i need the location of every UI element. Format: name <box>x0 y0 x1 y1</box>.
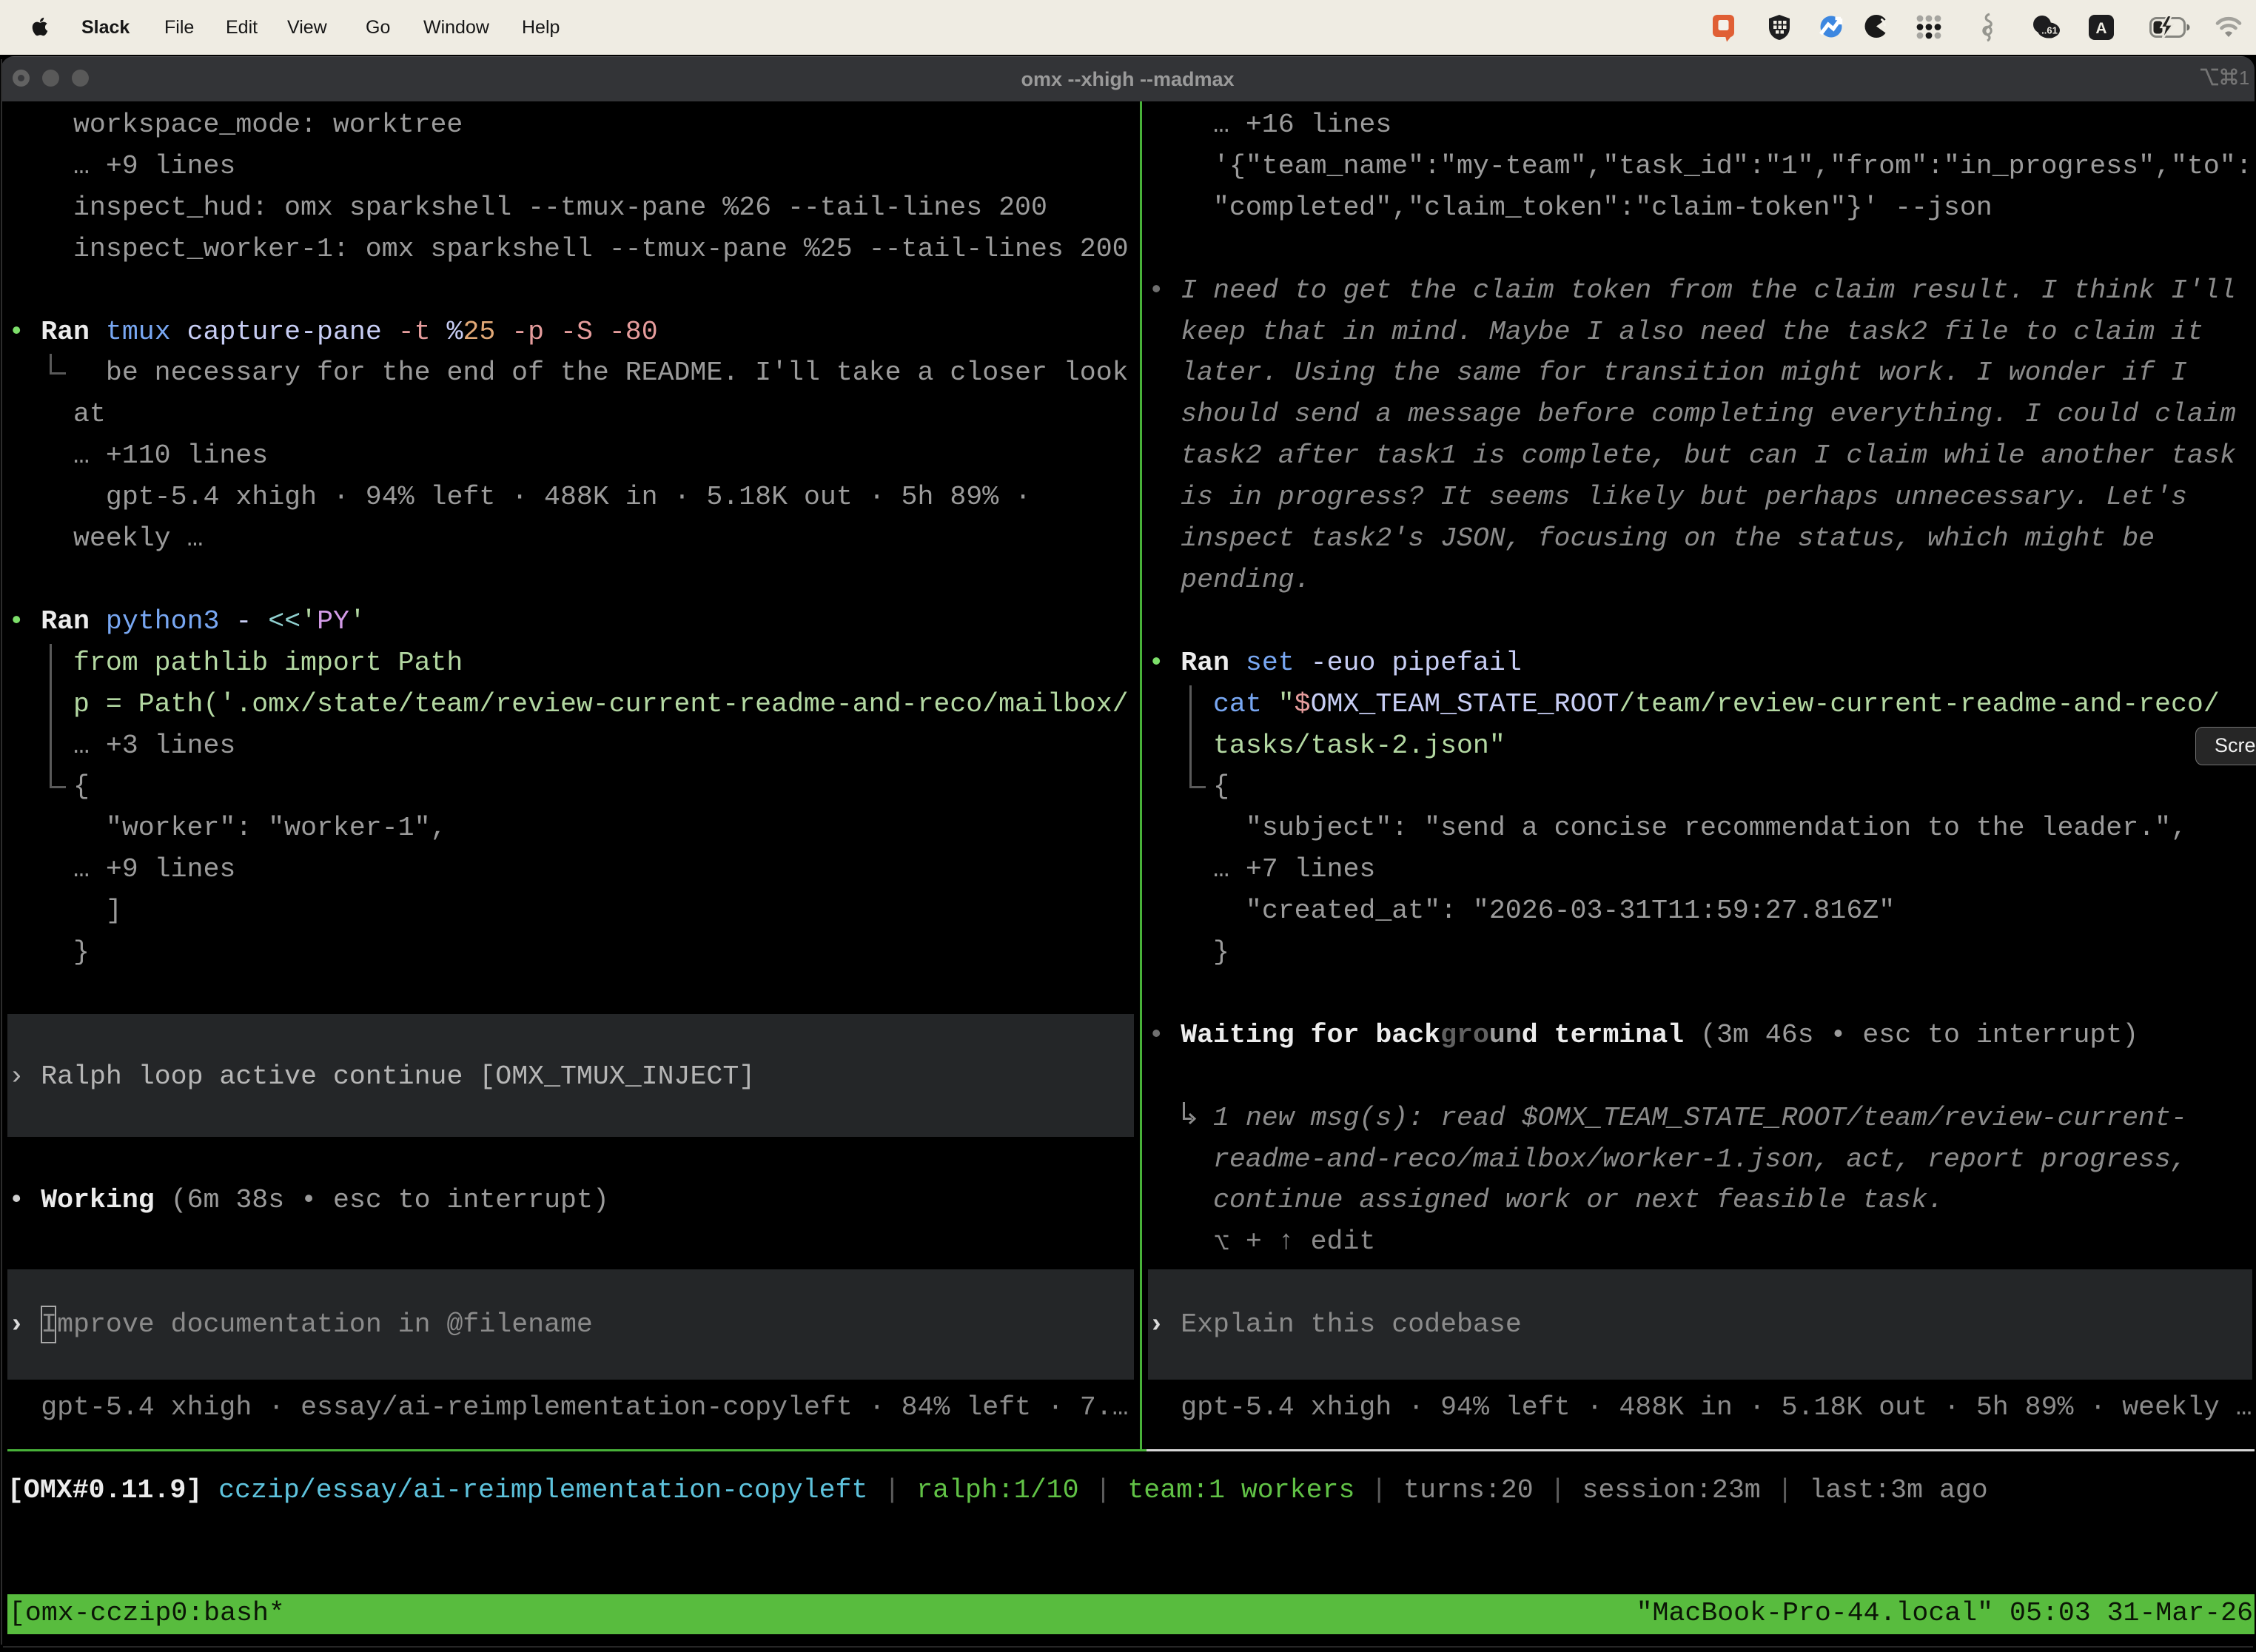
svg-text:1: 1 <box>2239 67 2249 87</box>
svg-text:..61: ..61 <box>2041 25 2058 36</box>
svg-text:A: A <box>2095 20 2106 37</box>
